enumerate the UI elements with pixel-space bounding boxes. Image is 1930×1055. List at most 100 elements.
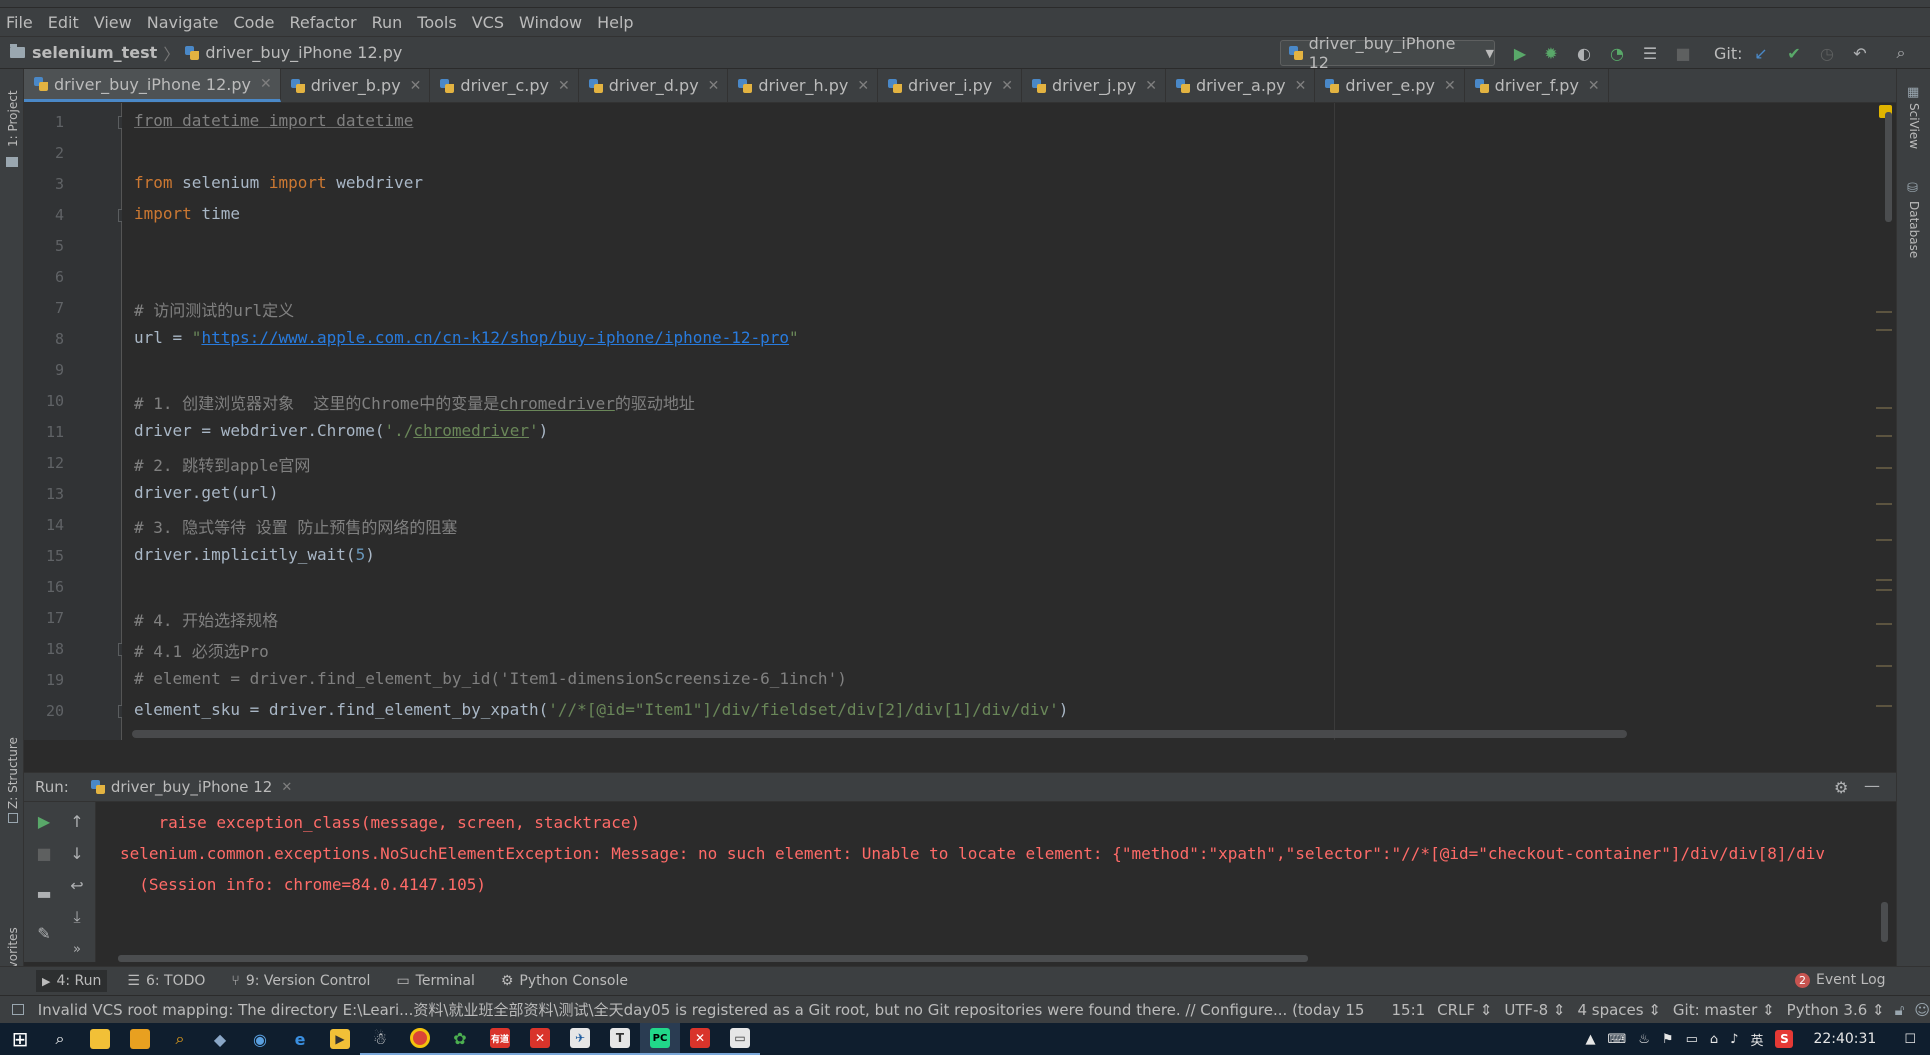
stop-icon[interactable]: ■ [1672,42,1694,64]
tab-driver-e[interactable]: driver_e.py ✕ [1315,69,1465,102]
rollback-icon[interactable]: ↶ [1849,42,1871,64]
app-icon-media[interactable]: ◉ [240,1023,280,1055]
down-arrow-icon[interactable]: ↓ [66,842,88,864]
database-tool-button[interactable]: Database [1907,201,1921,258]
close-icon[interactable]: ✕ [1145,78,1157,94]
lock-icon[interactable]: 🔓︎ [1895,1001,1905,1019]
app-icon-search[interactable]: ⌕ [160,1023,200,1055]
app-icon-player[interactable]: ▶ [320,1023,360,1055]
stripe-mark[interactable] [1876,407,1892,409]
close-icon[interactable]: ✕ [410,78,422,94]
tab-driver-buy-iphone-12[interactable]: driver_buy_iPhone 12.py ✕ [24,69,281,102]
search-icon[interactable]: ⌕ [1890,42,1912,64]
xmind-icon[interactable]: ✕ [520,1023,560,1055]
interpreter-select[interactable]: Python 3.6 ⇕ [1787,1001,1885,1019]
windows-start-icon[interactable]: ⊞ [0,1023,40,1055]
app-icon-bird[interactable]: ✈ [560,1023,600,1055]
stripe-mark[interactable] [1876,665,1892,667]
stop-icon[interactable]: ■ [33,842,55,864]
tab-driver-j[interactable]: driver_j.py ✕ [1022,69,1166,102]
encoding-select[interactable]: UTF-8 ⇕ [1504,1001,1565,1019]
editor-horizontal-scrollbar[interactable] [132,730,1627,738]
breadcrumb-file[interactable]: driver_buy_iPhone 12.py [205,43,402,62]
typora-icon[interactable]: T [600,1023,640,1055]
python-console-tool-button[interactable]: ⚙ Python Console [495,970,634,992]
debug-icon[interactable]: ✹ [1540,42,1562,64]
close-icon[interactable]: ✕ [857,78,869,94]
xmind-icon-2[interactable]: ✕ [680,1023,720,1055]
chrome-icon[interactable] [400,1023,440,1055]
menu-run[interactable]: Run [372,13,403,32]
close-icon[interactable]: ✕ [1001,78,1013,94]
scroll-to-end-icon[interactable]: ⤓ [66,906,88,928]
code-editor[interactable]: from datetime import datetime from selen… [122,103,1890,740]
git-branch-select[interactable]: Git: master ⇕ [1673,1001,1775,1019]
minimize-icon[interactable]: — [1864,776,1880,795]
sciview-tool-button[interactable]: SciView [1907,103,1921,149]
close-icon[interactable]: ✕ [260,76,272,92]
battery-icon[interactable]: ▭ [1686,1032,1698,1047]
search-icon[interactable]: ⌕ [40,1023,80,1055]
close-icon[interactable]: ✕ [708,78,720,94]
app-icon-red[interactable]: 有道 [480,1023,520,1055]
close-icon[interactable]: ✕ [281,780,292,795]
run-configuration-select[interactable]: driver_buy_iPhone 12 ▼ [1280,34,1495,72]
sogou-ime-icon[interactable]: S [1775,1030,1794,1048]
menu-window[interactable]: Window [519,13,582,32]
stripe-mark[interactable] [1876,329,1892,331]
pin-icon[interactable]: ✎ [33,922,55,944]
tray-chevron-up-icon[interactable]: ▲ [1586,1032,1596,1047]
coverage-icon[interactable]: ◐ [1573,42,1595,64]
pycharm-icon[interactable]: PC [640,1023,680,1055]
menu-navigate[interactable]: Navigate [147,13,219,32]
menu-vcs[interactable]: VCS [472,13,504,32]
breadcrumb-project[interactable]: selenium_test [32,43,157,62]
network-icon[interactable]: ⌂ [1710,1032,1718,1047]
stripe-mark[interactable] [1876,579,1892,581]
project-tool-button[interactable]: 1: Project [6,90,20,147]
menu-tools[interactable]: Tools [417,13,456,32]
stripe-mark[interactable] [1876,623,1892,625]
tab-driver-a[interactable]: driver_a.py ✕ [1166,69,1316,102]
stripe-mark[interactable] [1876,589,1892,591]
qq-icon[interactable]: ☃ [360,1023,400,1055]
app-icon-window[interactable]: ▭ [720,1023,760,1055]
todo-tool-button[interactable]: ☰ 6: TODO [121,970,211,992]
stripe-mark[interactable] [1876,467,1892,469]
inspector-icon[interactable]: ☺ [1914,1001,1930,1019]
version-control-tool-button[interactable]: ⑂ 9: Version Control [225,970,376,992]
console-horizontal-scrollbar[interactable] [118,955,1308,962]
more-icon[interactable]: » [66,938,88,960]
structure-tool-button[interactable]: Z: Structure [6,737,20,809]
indent-select[interactable]: 4 spaces ⇕ [1577,1001,1660,1019]
menu-code[interactable]: Code [234,13,275,32]
app-icon-orange[interactable] [120,1023,160,1055]
status-panel-icon[interactable] [12,1004,24,1015]
rerun-icon[interactable]: ▶ [33,810,55,832]
close-icon[interactable]: ✕ [1588,78,1600,94]
tray-app-icon[interactable]: ♨ [1638,1032,1650,1047]
close-icon[interactable]: ✕ [1444,78,1456,94]
run-tool-button[interactable]: ▶ 4: Run [36,970,108,992]
notification-icon[interactable]: ☐ [1904,1032,1916,1047]
file-explorer-icon[interactable] [80,1023,120,1055]
stripe-mark[interactable] [1876,539,1892,541]
editor-vertical-scrollbar[interactable] [1885,112,1892,222]
tab-driver-b[interactable]: driver_b.py ✕ [281,69,431,102]
stripe-mark[interactable] [1876,503,1892,505]
up-arrow-icon[interactable]: ↑ [66,810,88,832]
menu-view[interactable]: View [94,13,132,32]
tray-network-app-icon[interactable]: ⚑ [1662,1032,1674,1047]
menu-refactor[interactable]: Refactor [289,13,356,32]
menu-edit[interactable]: Edit [48,13,79,32]
run-tab-label[interactable]: driver_buy_iPhone 12 [111,778,273,796]
soft-wrap-icon[interactable]: ↩ [66,874,88,896]
history-icon[interactable]: ◷ [1816,42,1838,64]
stripe-mark[interactable] [1876,435,1892,437]
edge-browser-icon[interactable]: e [280,1023,320,1055]
tab-driver-h[interactable]: driver_h.py ✕ [728,69,879,102]
menu-file[interactable]: File [6,13,33,32]
git-commit-icon[interactable]: ✔ [1783,42,1805,64]
gear-icon[interactable]: ⚙ [1834,778,1848,797]
volume-icon[interactable]: ♪ [1730,1032,1738,1047]
